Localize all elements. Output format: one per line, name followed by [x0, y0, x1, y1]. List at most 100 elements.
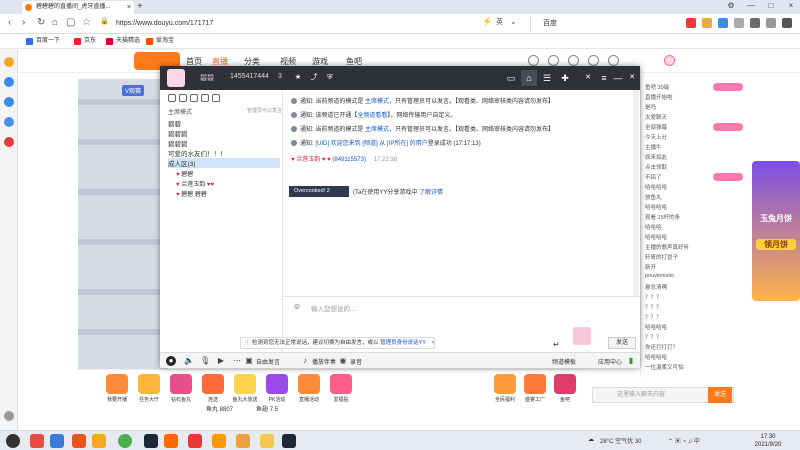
share-icon[interactable]: [4, 117, 14, 127]
new-tab-button[interactable]: +: [137, 1, 143, 12]
gift-icon[interactable]: [568, 55, 579, 66]
list-icon[interactable]: [212, 94, 220, 102]
learn-more-link[interactable]: 了解详情: [419, 190, 443, 196]
shield-icon[interactable]: ⛨: [322, 70, 338, 86]
app-icon[interactable]: [164, 434, 178, 448]
chrome-icon[interactable]: [118, 434, 132, 448]
app-center-button[interactable]: 应用中心: [598, 357, 622, 366]
user-avatar-icon[interactable]: [664, 55, 675, 66]
channel-node-selected[interactable]: 成人区(3): [168, 158, 280, 168]
message-icon[interactable]: [588, 55, 599, 66]
video-player-area[interactable]: V观赛: [78, 79, 168, 377]
follow-icon[interactable]: [548, 55, 559, 66]
avatar[interactable]: ●: [166, 356, 176, 366]
cloud-icon[interactable]: [718, 18, 728, 28]
search-icon[interactable]: [179, 94, 187, 102]
mooncake-banner[interactable]: [752, 161, 800, 301]
chat-send-button[interactable]: 发送: [708, 387, 732, 403]
share-icon[interactable]: ⤴: [306, 70, 322, 86]
search-engine-input[interactable]: 百度: [530, 17, 640, 31]
app-icon[interactable]: [212, 434, 226, 448]
download-icon[interactable]: [4, 97, 14, 107]
dropdown-icon[interactable]: ⌄: [510, 17, 517, 26]
scissors-icon[interactable]: [734, 18, 744, 28]
app-icon[interactable]: [30, 434, 44, 448]
menu-icon[interactable]: [782, 18, 792, 28]
send-button[interactable]: 发送: [608, 337, 636, 349]
record-icon[interactable]: [201, 94, 209, 102]
speaker-icon[interactable]: 🔈: [184, 356, 194, 366]
mic-icon[interactable]: 🎙: [200, 356, 210, 366]
home-icon[interactable]: ⌂: [521, 70, 537, 86]
close-tab-icon[interactable]: ×: [127, 1, 131, 14]
back-icon[interactable]: ‹: [8, 17, 11, 28]
clock[interactable]: 17:30 2021/9/20: [748, 433, 788, 449]
lightning-icon[interactable]: ⚡: [482, 17, 492, 26]
user-row[interactable]: ♥ 碧碧: [176, 169, 193, 178]
message-input[interactable]: 输入您想说的...: [311, 303, 355, 313]
gift-icon[interactable]: [330, 374, 352, 394]
gift-icon[interactable]: [202, 374, 224, 394]
refresh-icon[interactable]: ↻: [37, 17, 45, 28]
gift-icon[interactable]: [554, 374, 576, 394]
user-icon[interactable]: [168, 94, 176, 102]
gift-icon[interactable]: [266, 374, 288, 394]
app-icon[interactable]: [50, 434, 64, 448]
gift-icon[interactable]: [494, 374, 516, 394]
user-row[interactable]: ♥ 兰莲玉韵 ♥♥: [176, 179, 214, 188]
gamepad-icon[interactable]: ✚: [557, 70, 573, 86]
game-icon[interactable]: [702, 18, 712, 28]
app-icon[interactable]: [188, 434, 202, 448]
app-icon[interactable]: [260, 434, 274, 448]
gift-icon[interactable]: [524, 374, 546, 394]
gift-icon[interactable]: [138, 374, 160, 394]
mode-label[interactable]: 主席模式: [168, 107, 192, 116]
accompaniment-button[interactable]: 播放伴奏: [312, 357, 336, 366]
maximize-button[interactable]: □: [762, 1, 780, 10]
app-icon[interactable]: [608, 55, 619, 66]
star-icon[interactable]: ★: [290, 70, 306, 86]
settings-icon[interactable]: ⚙: [722, 1, 740, 10]
bookmark-jd[interactable]: 京东: [74, 36, 96, 47]
template-button[interactable]: 频道模板: [552, 357, 576, 366]
url-input[interactable]: https://www.douyu.com/171717: [112, 17, 532, 31]
weather-text[interactable]: 28°C 空气优 30: [600, 436, 641, 445]
star-icon[interactable]: ☆: [82, 17, 91, 28]
mute-icon[interactable]: ✕: [580, 70, 596, 86]
channel-node[interactable]: 碧碧碧: [168, 138, 188, 148]
start-icon[interactable]: [6, 434, 20, 448]
game-tooltip[interactable]: Overcooked! 2: [289, 186, 349, 197]
record-button[interactable]: 录音: [350, 357, 362, 366]
room-avatar[interactable]: [167, 69, 185, 87]
close-window-button[interactable]: ×: [782, 1, 800, 10]
steam-icon[interactable]: [282, 434, 296, 448]
close-warning-icon[interactable]: ×: [431, 340, 434, 346]
weibo-icon[interactable]: [4, 137, 14, 147]
extension-icon[interactable]: [686, 18, 696, 28]
bookmark-taobao[interactable]: 爱淘宝: [146, 36, 174, 47]
tabs-icon[interactable]: ▢: [66, 17, 75, 28]
add-sidebar-icon[interactable]: [4, 411, 14, 421]
history-icon[interactable]: [528, 55, 539, 66]
translate-icon[interactable]: 英: [496, 17, 503, 27]
bookmark-tmall[interactable]: 天猫精选: [106, 36, 140, 47]
favorites-icon[interactable]: [4, 57, 14, 67]
free-talk-button[interactable]: 自由发言: [256, 357, 280, 366]
minimize-button[interactable]: —: [742, 1, 760, 10]
undo-icon[interactable]: [766, 18, 776, 28]
switch-mode-link[interactable]: 管理员身份说话YY: [380, 340, 426, 346]
channel-node[interactable]: 碧碧碧: [168, 128, 188, 138]
user-row[interactable]: ♥ 碧碧 碧碧: [176, 189, 207, 198]
channel-node[interactable]: 可爱的水友们！！！: [168, 148, 227, 158]
bookmark-baidu[interactable]: 百度一下: [26, 36, 60, 47]
gift-icon[interactable]: [298, 374, 320, 394]
gift-icon[interactable]: [170, 374, 192, 394]
folder-icon[interactable]: [236, 434, 250, 448]
weather-icon[interactable]: ☁: [588, 436, 594, 443]
more-icon[interactable]: ⋯: [232, 356, 242, 366]
gift-icon[interactable]: [234, 374, 256, 394]
screen-icon[interactable]: ▭: [503, 70, 519, 86]
history-icon[interactable]: [4, 77, 14, 87]
grid-icon[interactable]: [750, 18, 760, 28]
tray-icons[interactable]: ⌃ ▣ ◔ ♫ 中: [668, 436, 700, 445]
